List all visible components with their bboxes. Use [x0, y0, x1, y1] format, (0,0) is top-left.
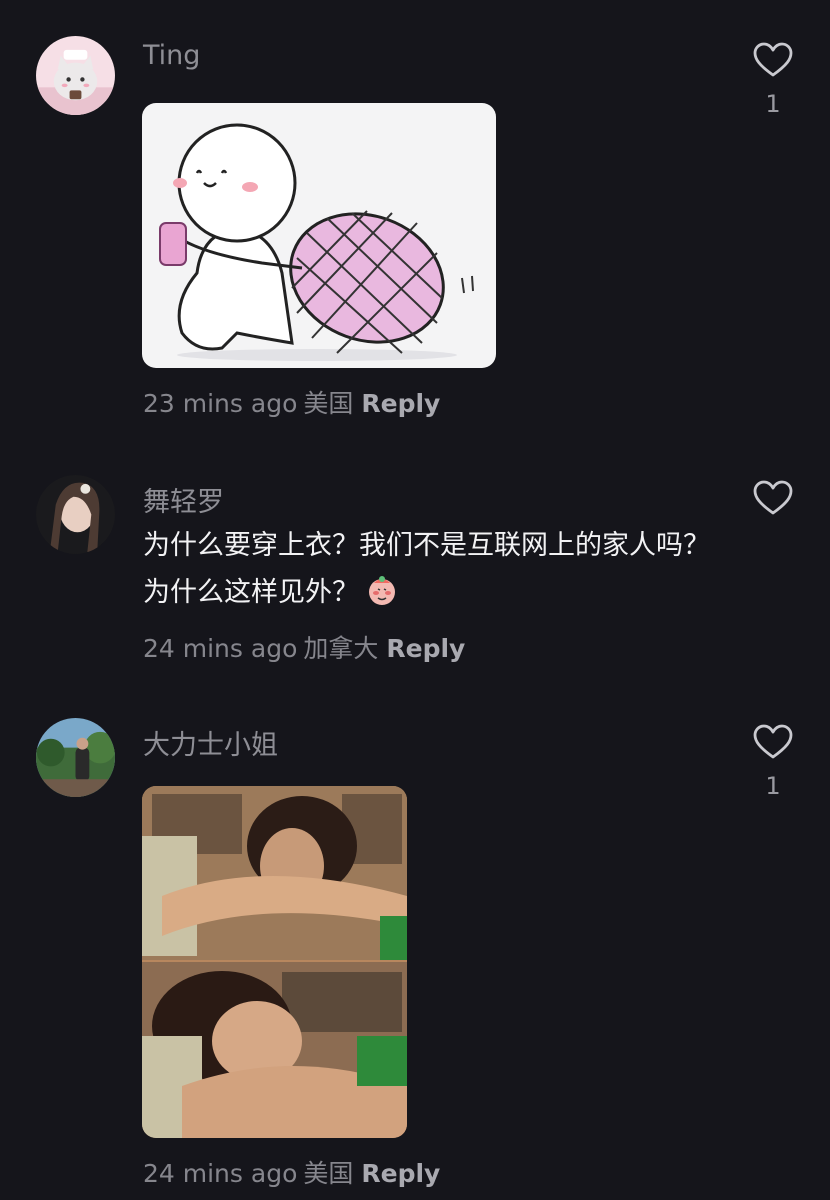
comment-location: 加拿大 — [303, 634, 379, 663]
comment-meta: 23 mins ago 美国 Reply — [143, 384, 440, 420]
username[interactable]: Ting — [143, 40, 200, 71]
user-avatar[interactable] — [36, 36, 115, 115]
sticker-pulling-sack-image — [142, 103, 496, 368]
comment-meta: 24 mins ago 加拿大 Reply — [143, 629, 465, 665]
comment-item-3: 大力士小姐 24 mins ago 美国 Reply 1 — [0, 700, 830, 1200]
username[interactable]: 舞轻罗 — [143, 480, 224, 519]
sticker-image[interactable] — [142, 103, 496, 368]
like-button[interactable]: 1 — [751, 724, 795, 800]
comment-location: 美国 — [303, 1159, 354, 1188]
cat-avatar-image — [36, 36, 115, 115]
comment-meta: 24 mins ago 美国 Reply — [143, 1154, 440, 1190]
heart-outline-icon — [753, 42, 793, 77]
heart-outline-icon — [753, 480, 793, 515]
reply-button[interactable]: Reply — [386, 634, 465, 663]
two-panel-meme-image — [142, 786, 407, 1138]
comment-item-2: 舞轻罗 为什么要穿上衣？我们不是互联网上的家人吗？为什么这样见外？ 24 min… — [0, 460, 830, 680]
reply-button[interactable]: Reply — [361, 389, 440, 418]
like-button[interactable]: 1 — [751, 42, 795, 118]
comment-text-content: 为什么要穿上衣？我们不是互联网上的家人吗？为什么这样见外？ — [143, 530, 710, 608]
comment-time: 24 mins ago — [143, 1159, 298, 1188]
comment-time: 23 mins ago — [143, 389, 298, 418]
outdoor-avatar-image — [36, 718, 115, 797]
comment-text: 为什么要穿上衣？我们不是互联网上的家人吗？为什么这样见外？ — [143, 522, 723, 616]
comment-location: 美国 — [303, 389, 354, 418]
like-count: 1 — [765, 772, 781, 800]
comment-time: 24 mins ago — [143, 634, 298, 663]
like-button[interactable] — [751, 480, 795, 516]
girl-avatar-image — [36, 475, 115, 554]
comment-item-1: Ting 23 mins ago 美国 Reply 1 — [0, 0, 830, 440]
heart-outline-icon — [753, 724, 793, 759]
meme-image[interactable] — [142, 786, 407, 1138]
blush-face-emoji-icon — [369, 576, 395, 605]
reply-button[interactable]: Reply — [361, 1159, 440, 1188]
user-avatar[interactable] — [36, 718, 115, 797]
username[interactable]: 大力士小姐 — [143, 723, 278, 762]
like-count: 1 — [765, 90, 781, 118]
user-avatar[interactable] — [36, 475, 115, 554]
